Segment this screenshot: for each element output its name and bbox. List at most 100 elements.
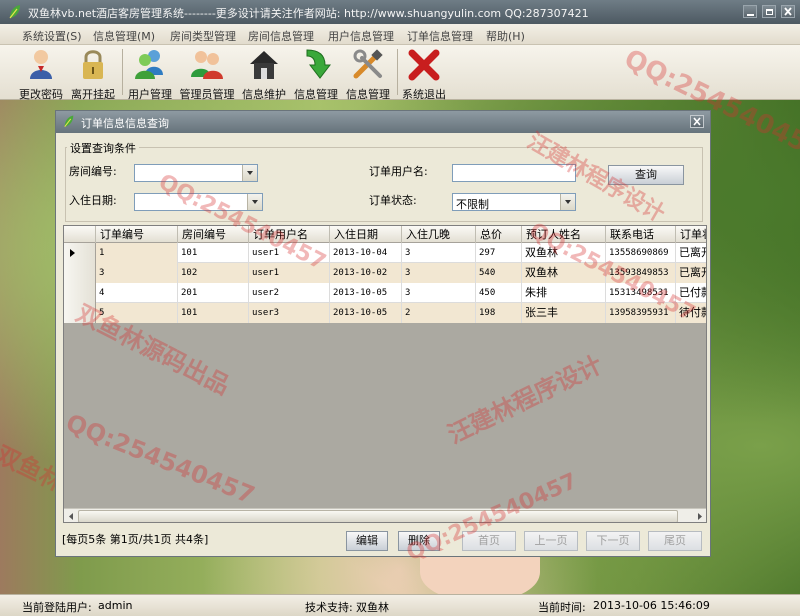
cell-nights[interactable]: 2 — [402, 303, 476, 323]
room-no-combo[interactable] — [134, 164, 258, 182]
scroll-right-icon[interactable] — [693, 510, 706, 523]
row-header[interactable] — [64, 243, 96, 263]
toolbar: 更改密码 离开挂起 用户管理 管理员管理 信息维护 信息管理 信息管理 系统退出 — [0, 45, 800, 101]
cell-nights[interactable]: 3 — [402, 243, 476, 263]
cell-status[interactable]: 待付款 — [676, 303, 706, 323]
chevron-down-icon[interactable] — [242, 165, 257, 181]
cell-total[interactable]: 297 — [476, 243, 522, 263]
order-user-input[interactable] — [452, 164, 576, 182]
order-user-label: 订单用户名: — [369, 165, 428, 178]
cell-room-no[interactable]: 102 — [178, 263, 249, 283]
cell-status[interactable]: 已离开 — [676, 243, 706, 263]
maximize-button[interactable] — [762, 5, 776, 18]
cell-order-user[interactable]: user1 — [249, 263, 330, 283]
status-support-label: 技术支持: — [305, 601, 353, 614]
cell-total[interactable]: 198 — [476, 303, 522, 323]
status-user: admin — [98, 599, 133, 612]
col-header-nights[interactable]: 入住几晚 — [402, 226, 476, 243]
table-row[interactable]: 4 201 user2 2013-10-05 3 450 朱排 15313498… — [64, 283, 706, 303]
cell-order-no[interactable]: 1 — [96, 243, 178, 263]
row-header[interactable] — [64, 263, 96, 283]
cell-guest-name[interactable]: 双鱼林 — [522, 243, 606, 263]
change-password-button[interactable]: 更改密码 — [18, 47, 64, 101]
cell-order-user[interactable]: user1 — [249, 243, 330, 263]
cell-order-user[interactable]: user2 — [249, 283, 330, 303]
prev-page-button[interactable]: 上一页 — [524, 531, 578, 551]
query-button[interactable]: 查询 — [608, 165, 684, 185]
cell-room-no[interactable]: 101 — [178, 243, 249, 263]
row-header[interactable] — [64, 283, 96, 303]
cell-checkin-date[interactable]: 2013-10-05 — [330, 283, 402, 303]
cell-guest-name[interactable]: 朱排 — [522, 283, 606, 303]
last-page-button[interactable]: 尾页 — [648, 531, 702, 551]
chevron-down-icon[interactable] — [247, 194, 262, 210]
delete-button[interactable]: 删除 — [398, 531, 440, 551]
cell-phone[interactable]: 13558690869 — [606, 243, 676, 263]
menu-help[interactable]: 帮助(H) — [486, 28, 525, 44]
cell-guest-name[interactable]: 张三丰 — [522, 303, 606, 323]
cell-checkin-date[interactable]: 2013-10-02 — [330, 263, 402, 283]
col-header-order-no[interactable]: 订单编号 — [96, 226, 178, 243]
cell-order-no[interactable]: 4 — [96, 283, 178, 303]
menu-room-info[interactable]: 房间信息管理 — [248, 28, 314, 44]
leaf-icon — [9, 5, 20, 19]
menu-room-type[interactable]: 房间类型管理 — [170, 28, 236, 44]
menu-order-info[interactable]: 订单信息管理 — [407, 28, 473, 44]
cell-status[interactable]: 已付款 — [676, 283, 706, 303]
col-header-status[interactable]: 订单状态 — [676, 226, 706, 243]
admin-management-button[interactable]: 管理员管理 — [179, 47, 235, 101]
menu-info-management[interactable]: 信息管理(M) — [93, 28, 155, 44]
system-exit-button[interactable]: 系统退出 — [401, 47, 447, 101]
cell-checkin-date[interactable]: 2013-10-04 — [330, 243, 402, 263]
cell-phone[interactable]: 13958395931 — [606, 303, 676, 323]
first-page-button[interactable]: 首页 — [462, 531, 516, 551]
table-row[interactable]: 5 101 user3 2013-10-05 2 198 张三丰 1395839… — [64, 303, 706, 323]
cell-nights[interactable]: 3 — [402, 263, 476, 283]
cell-phone[interactable]: 13593849853 — [606, 263, 676, 283]
cell-total[interactable]: 450 — [476, 283, 522, 303]
col-header-guest-name[interactable]: 预订人姓名 — [522, 226, 606, 243]
table-row[interactable]: 1 101 user1 2013-10-04 3 297 双鱼林 1355869… — [64, 243, 706, 263]
edit-button[interactable]: 编辑 — [346, 531, 388, 551]
cell-status[interactable]: 已离开 — [676, 263, 706, 283]
status-user-label: 当前登陆用户: — [22, 601, 92, 614]
row-header[interactable] — [64, 303, 96, 323]
cell-phone[interactable]: 15313498531 — [606, 283, 676, 303]
checkin-date-picker[interactable] — [134, 193, 263, 211]
order-status-combo[interactable]: 不限制 — [452, 193, 576, 211]
info-management-button-2[interactable]: 信息管理 — [345, 47, 391, 101]
table-row[interactable]: 3 102 user1 2013-10-02 3 540 双鱼林 1359384… — [64, 263, 706, 283]
cell-order-no[interactable]: 5 — [96, 303, 178, 323]
dialog-titlebar: 订单信息信息查询 — [56, 111, 710, 133]
cell-nights[interactable]: 3 — [402, 283, 476, 303]
user-management-button[interactable]: 用户管理 — [127, 47, 173, 101]
order-query-dialog: 订单信息信息查询 设置查询条件 房间编号: 入住日期: 订单用户名: 订单状态:… — [55, 110, 711, 557]
orders-grid: 订单编号 房间编号 订单用户名 入住日期 入住几晚 总价 预订人姓名 联系电话 … — [63, 225, 707, 523]
cell-order-user[interactable]: user3 — [249, 303, 330, 323]
col-header-checkin-date[interactable]: 入住日期 — [330, 226, 402, 243]
leave-suspend-button[interactable]: 离开挂起 — [70, 47, 116, 101]
grid-horizontal-scrollbar[interactable] — [64, 508, 706, 523]
close-button[interactable] — [781, 5, 795, 18]
col-header-total[interactable]: 总价 — [476, 226, 522, 243]
chevron-down-icon[interactable] — [560, 194, 575, 210]
cell-room-no[interactable]: 201 — [178, 283, 249, 303]
cell-guest-name[interactable]: 双鱼林 — [522, 263, 606, 283]
cell-order-no[interactable]: 3 — [96, 263, 178, 283]
dialog-close-button[interactable] — [690, 115, 704, 128]
menu-user-info[interactable]: 用户信息管理 — [328, 28, 394, 44]
next-page-button[interactable]: 下一页 — [586, 531, 640, 551]
minimize-button[interactable] — [743, 5, 757, 18]
maximize-icon — [766, 9, 773, 15]
col-header-order-user[interactable]: 订单用户名 — [249, 226, 330, 243]
cell-room-no[interactable]: 101 — [178, 303, 249, 323]
info-management-button-1[interactable]: 信息管理 — [293, 47, 339, 101]
col-header-phone[interactable]: 联系电话 — [606, 226, 676, 243]
col-header-room-no[interactable]: 房间编号 — [178, 226, 249, 243]
info-maintenance-button[interactable]: 信息维护 — [241, 47, 287, 101]
scroll-left-icon[interactable] — [65, 510, 78, 523]
cell-total[interactable]: 540 — [476, 263, 522, 283]
scrollbar-thumb[interactable] — [78, 510, 678, 522]
menu-system-settings[interactable]: 系统设置(S) — [22, 28, 82, 44]
cell-checkin-date[interactable]: 2013-10-05 — [330, 303, 402, 323]
